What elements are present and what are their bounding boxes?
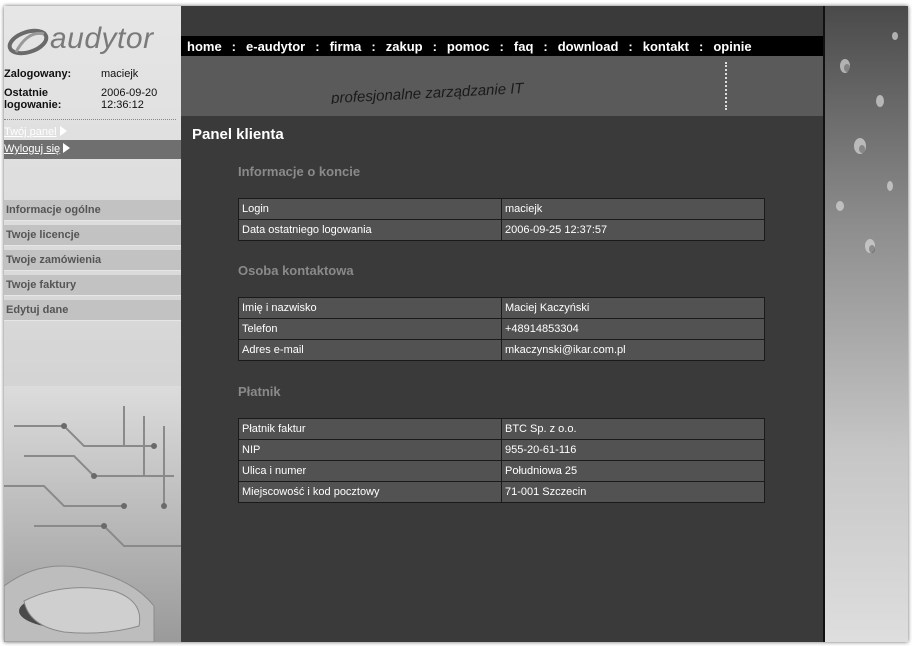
row-value: mkaczynski@ikar.com.pl [501, 339, 765, 361]
row-value: 2006-09-25 12:37:57 [501, 219, 765, 241]
section-title-payer: Płatnik [238, 384, 281, 399]
menu-item-invoices[interactable]: Twoje faktury [4, 275, 181, 296]
circuit-hand-illustration [4, 386, 181, 642]
row-label: Ulica i numer [238, 460, 502, 482]
last-login-label-2: logowanie: [4, 99, 62, 111]
main-nav: home : e-audytor : firma : zakup : pomoc… [181, 36, 823, 56]
menu-item-general-info[interactable]: Informacje ogólne [4, 200, 181, 221]
nav-download[interactable]: download [558, 39, 619, 54]
row-value: 71-001 Szczecin [501, 481, 765, 503]
row-label: Adres e-mail [238, 339, 502, 361]
panel-link[interactable]: Twój panel [4, 123, 181, 141]
table-row: Ulica i numer Południowa 25 [238, 460, 765, 482]
row-label: Imię i nazwisko [238, 297, 502, 319]
slogan-text: profesjonalne zarządzanie IT [330, 80, 526, 104]
nav-separator: : [543, 38, 548, 54]
nav-kontakt[interactable]: kontakt [643, 39, 689, 54]
banner-divider [725, 62, 727, 110]
arrow-right-icon [63, 143, 71, 153]
row-label: Telefon [238, 318, 502, 340]
payer-table: Płatnik faktur BTC Sp. z o.o. NIP 955-20… [238, 418, 765, 503]
main-content: Panel klienta Informacje o koncie Login … [181, 116, 823, 642]
panel-link-label[interactable]: Twój panel [4, 126, 57, 138]
row-label: Data ostatniego logowania [238, 219, 502, 241]
row-label: Login [238, 198, 502, 220]
logout-link[interactable]: Wyloguj się [4, 140, 181, 159]
menu-item-orders[interactable]: Twoje zamówienia [4, 250, 181, 271]
divider [4, 119, 176, 120]
section-title-account: Informacje o koncie [238, 164, 361, 179]
table-row: Miejscowość i kod pocztowy 71-001 Szczec… [238, 481, 765, 503]
menu-item-edit-data[interactable]: Edytuj dane [4, 300, 181, 321]
nav-separator: : [315, 38, 320, 54]
table-row: Login maciejk [238, 198, 765, 220]
last-login-time: 12:36:12 [101, 99, 144, 111]
last-login-date: 2006-09-20 [101, 87, 158, 99]
table-row: Data ostatniego logowania 2006-09-25 12:… [238, 219, 765, 241]
nav-separator: : [698, 38, 704, 54]
table-row: Telefon +48914853304 [238, 318, 765, 340]
nav-separator: : [499, 38, 504, 54]
table-row: Płatnik faktur BTC Sp. z o.o. [238, 418, 765, 440]
row-value: Maciej Kaczyński [501, 297, 765, 319]
nav-e-audytor[interactable]: e-audytor [246, 39, 305, 54]
row-value: maciejk [501, 198, 765, 220]
logged-value: maciejk [101, 68, 139, 80]
row-label: Płatnik faktur [238, 418, 502, 440]
nav-opinie[interactable]: opinie [713, 39, 751, 54]
sidebar: audytor Zalogowany: maciejk Ostatnie 200… [4, 6, 181, 642]
nav-separator: : [432, 38, 437, 54]
row-label: Miejscowość i kod pocztowy [238, 481, 502, 503]
logout-link-label[interactable]: Wyloguj się [4, 143, 60, 155]
nav-faq[interactable]: faq [514, 39, 534, 54]
row-value: +48914853304 [501, 318, 765, 340]
menu-item-licenses[interactable]: Twoje licencje [4, 225, 181, 246]
row-value: 955-20-61-116 [501, 439, 765, 461]
nav-zakup[interactable]: zakup [386, 39, 423, 54]
slogan-graphic: profesjonalne zarządzanie IT [330, 80, 526, 104]
page-frame: audytor Zalogowany: maciejk Ostatnie 200… [4, 6, 908, 642]
table-row: Imię i nazwisko Maciej Kaczyński [238, 297, 765, 319]
account-table: Login maciejk Data ostatniego logowania … [238, 198, 765, 241]
last-login-label-1: Ostatnie [4, 87, 49, 99]
logo[interactable]: audytor [6, 22, 176, 62]
table-row: Adres e-mail mkaczynski@ikar.com.pl [238, 339, 765, 361]
nav-separator: : [231, 38, 237, 54]
nav-firma[interactable]: firma [330, 39, 362, 54]
audytor-logo-icon [7, 28, 49, 56]
row-value: Południowa 25 [501, 460, 765, 482]
top-bar [181, 6, 823, 36]
arrow-right-icon [59, 126, 67, 136]
water-drops-graphic [836, 32, 898, 253]
water-drops-decoration [825, 6, 908, 642]
contact-table: Imię i nazwisko Maciej Kaczyński Telefon… [238, 297, 765, 361]
nav-home[interactable]: home [187, 39, 222, 54]
logo-text: audytor [50, 22, 154, 55]
nav-separator: : [371, 38, 376, 54]
row-value: BTC Sp. z o.o. [501, 418, 765, 440]
banner: profesjonalne zarządzanie IT [181, 56, 823, 116]
logged-label: Zalogowany: [4, 68, 72, 80]
page-title: Panel klienta [192, 126, 284, 143]
section-title-contact: Osoba kontaktowa [238, 263, 354, 278]
nav-pomoc[interactable]: pomoc [447, 39, 490, 54]
nav-separator: : [628, 38, 633, 54]
table-row: NIP 955-20-61-116 [238, 439, 765, 461]
row-label: NIP [238, 439, 502, 461]
